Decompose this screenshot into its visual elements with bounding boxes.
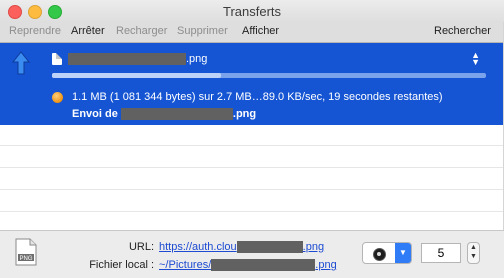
title-bar: Transferts [0, 0, 504, 22]
toolbar: Reprendre Arrêter Recharger Supprimer Af… [0, 22, 504, 43]
row-divider [0, 145, 504, 146]
afficher-button[interactable]: Afficher [242, 25, 279, 37]
upload-arrow-icon [12, 51, 30, 75]
url-link[interactable]: https://auth.clou .png [159, 241, 325, 254]
eye-icon [373, 248, 386, 261]
sending-suffix: .png [232, 108, 257, 120]
sending-prefix: Envoi de [72, 108, 121, 120]
url-suffix: .png [302, 241, 325, 253]
count-stepper[interactable]: ▲ ▼ [467, 242, 480, 264]
arreter-button[interactable]: Arrêter [71, 25, 105, 37]
redacted-local-path [211, 259, 316, 272]
rechercher-button[interactable]: Rechercher [434, 25, 491, 37]
action-popup-button[interactable]: ▼ [362, 242, 412, 264]
chevron-down-icon[interactable]: ▼ [395, 243, 411, 263]
redacted-filename [68, 53, 186, 66]
url-prefix: https://auth.clou [159, 241, 237, 253]
row-divider [0, 167, 504, 168]
status-dot-icon [52, 92, 63, 103]
local-prefix: ~/Pictures/ [159, 259, 212, 271]
redacted-sending-name [120, 108, 233, 121]
png-file-icon: PNG [15, 238, 37, 266]
url-label: URL: [128, 241, 154, 253]
transfer-filename: .png [68, 53, 208, 66]
file-extension: .png [186, 53, 208, 65]
count-field[interactable]: 5 [421, 243, 461, 263]
row-divider [0, 189, 504, 190]
transfer-status: 1.1 MB (1 081 344 bytes) sur 2.7 MB…89.0… [72, 91, 443, 103]
local-file-link[interactable]: ~/Pictures/ .png [159, 259, 337, 272]
progress-fill [52, 73, 222, 78]
expand-chevron-icon[interactable]: ▲ ▼ [471, 51, 480, 67]
recharger-button[interactable]: Recharger [116, 25, 167, 37]
redacted-url [236, 241, 303, 254]
sending-line: Envoi de .png [72, 108, 257, 121]
progress-bar [52, 73, 486, 78]
window-title: Transferts [222, 4, 282, 19]
local-file-label: Fichier local : [89, 259, 154, 271]
reprendre-button[interactable]: Reprendre [9, 25, 61, 37]
local-suffix: .png [315, 259, 337, 271]
file-icon [52, 53, 62, 65]
row-divider [0, 211, 504, 212]
transfer-list-empty [0, 125, 504, 230]
png-label: PNG [19, 256, 32, 262]
supprimer-button[interactable]: Supprimer [177, 25, 228, 37]
